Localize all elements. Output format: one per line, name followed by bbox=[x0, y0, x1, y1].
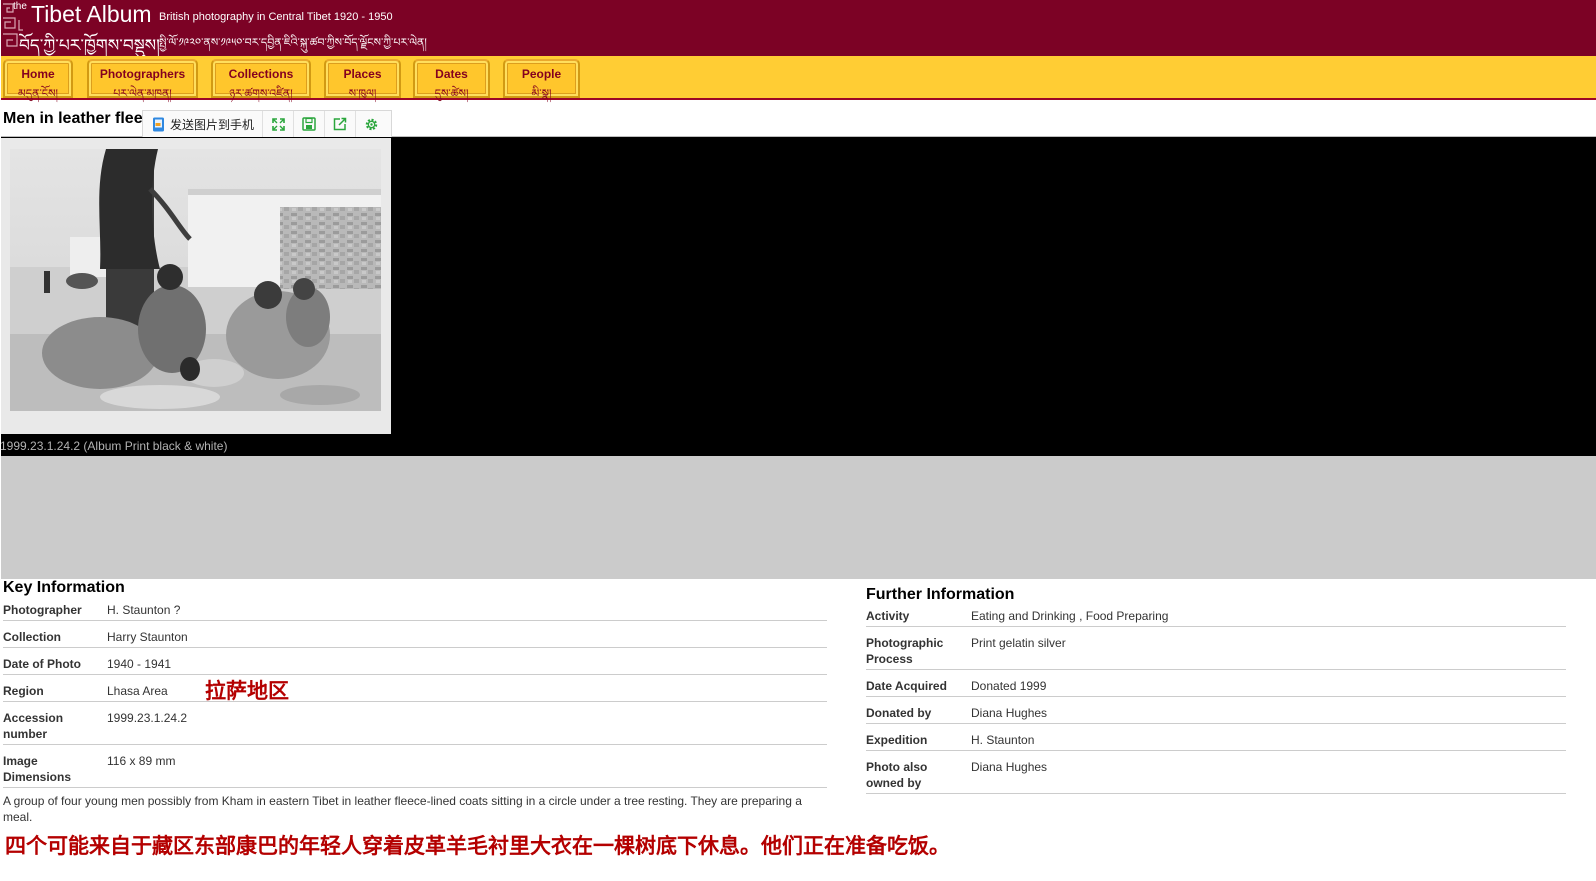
info-row-accession-number: Accession number 1999.23.1.24.2 bbox=[3, 710, 827, 745]
info-value[interactable]: Lhasa Area bbox=[107, 683, 168, 699]
image-toolbar: 发送图片到手机 bbox=[142, 110, 392, 138]
page-title: Men in leather fleec bbox=[3, 110, 152, 127]
info-label: Photo also owned by bbox=[866, 760, 928, 790]
info-value[interactable]: 1940 - 1941 bbox=[107, 656, 171, 672]
info-label: Accession number bbox=[3, 711, 64, 741]
photo-description: A group of four young men possibly from … bbox=[3, 794, 802, 824]
nav-tab-label: People bbox=[521, 67, 562, 81]
info-row-photographic-process: Photographic Process Print gelatin silve… bbox=[866, 635, 1566, 670]
site-header: the Tibet Album British photography in C… bbox=[1, 0, 1596, 56]
info-label: Collection bbox=[3, 630, 62, 644]
info-label: Image Dimensions bbox=[3, 754, 72, 784]
nav-tab-places[interactable]: Places ས་ཁུལ། bbox=[324, 59, 401, 100]
info-row-region: Region Lhasa Area bbox=[3, 683, 827, 702]
info-value[interactable]: Eating and Drinking , Food Preparing bbox=[971, 608, 1168, 624]
nav-tab-home[interactable]: Home མདུན་ངོས། bbox=[3, 59, 73, 100]
phone-send-icon bbox=[153, 117, 164, 131]
nav-tab-label-tibetan: དུས་ཚེས། bbox=[434, 87, 469, 100]
nav-tab-label-tibetan: མི་སྣ། bbox=[531, 87, 552, 100]
info-label: Date Acquired bbox=[866, 679, 947, 693]
site-title[interactable]: Tibet Album bbox=[31, 1, 152, 27]
info-label: Activity bbox=[866, 609, 910, 623]
title-prefix: the bbox=[13, 1, 27, 12]
send-to-phone-button[interactable]: 发送图片到手机 bbox=[143, 111, 264, 137]
nav-tab-label: Dates bbox=[435, 67, 468, 81]
info-value: Diana Hughes bbox=[971, 706, 1048, 720]
nav-tab-label-tibetan: མདུན་ངོས། bbox=[18, 87, 58, 100]
nav-tab-label-tibetan: ས་ཁུལ། bbox=[348, 87, 377, 100]
info-value: Print gelatin silver bbox=[971, 636, 1066, 650]
nav-tab-dates[interactable]: Dates དུས་ཚེས། bbox=[413, 59, 490, 100]
photo-caption: 1999.23.1.24.2 (Album Print black & whit… bbox=[0, 439, 228, 453]
save-icon bbox=[302, 117, 316, 131]
info-value: Diana Hughes bbox=[971, 760, 1048, 774]
region-translation-annotation: 拉萨地区 bbox=[205, 680, 289, 703]
site-subtitle-tibetan: སྤྱི་ལོ་༡༩༢༠་ནས་༡༩༥༠་བར་དབྱིན་ཇིའི་སྐུ་ཚ… bbox=[159, 36, 427, 49]
info-label: Region bbox=[3, 684, 44, 698]
info-value[interactable]: H. Staunton ? bbox=[107, 602, 180, 618]
info-label: Donated by bbox=[866, 706, 932, 720]
further-information-heading: Further Information bbox=[866, 586, 1015, 603]
info-value: Donated 1999 bbox=[971, 679, 1047, 693]
site-subtitle: British photography in Central Tibet 192… bbox=[159, 11, 393, 23]
site-title-tibetan: བོད་ཀྱི་པར་ཁྱོགས་བསྡུས། bbox=[19, 36, 160, 56]
info-row-photo-also-owned-by: Photo also owned by Diana Hughes bbox=[866, 759, 1566, 794]
share-icon bbox=[333, 117, 347, 131]
fullscreen-icon bbox=[271, 117, 285, 131]
key-information-heading: Key Information bbox=[3, 579, 125, 596]
info-row-donated-by: Donated by Diana Hughes bbox=[866, 705, 1566, 724]
description-translation-annotation: 四个可能来自于藏区东部康巴的年轻人穿着皮革羊毛衬里大衣在一棵树底下休息。他们正在… bbox=[5, 835, 950, 858]
info-value: 116 x 89 mm bbox=[107, 754, 176, 768]
info-row-date-acquired: Date Acquired Donated 1999 bbox=[866, 678, 1566, 697]
info-row-expedition: Expedition H. Staunton bbox=[866, 732, 1566, 751]
info-value[interactable]: Harry Staunton bbox=[107, 629, 188, 645]
info-label: Photographer bbox=[3, 603, 82, 617]
nav-tab-label: Collections bbox=[228, 67, 294, 81]
nav-tab-label-tibetan: པར་ལེན་མཁན། bbox=[113, 87, 172, 100]
info-row-collection: Collection Harry Staunton bbox=[3, 629, 827, 648]
info-row-activity: Activity Eating and Drinking , Food Prep… bbox=[866, 608, 1566, 627]
nav-tab-label: Home bbox=[21, 67, 55, 81]
gallery-strip bbox=[1, 456, 1596, 579]
nav-tab-label: Photographers bbox=[99, 67, 186, 81]
info-value: 1999.23.1.24.2 bbox=[107, 711, 188, 725]
info-label: Date of Photo bbox=[3, 657, 81, 671]
nav-tab-people[interactable]: People མི་སྣ། bbox=[503, 59, 580, 100]
info-row-date-of-photo: Date of Photo 1940 - 1941 bbox=[3, 656, 827, 675]
main-nav: Home མདུན་ངོས། Photographers པར་ལེན་མཁན།… bbox=[1, 56, 1596, 100]
nav-tab-label: Places bbox=[343, 67, 382, 81]
info-row-image-dimensions: Image Dimensions 116 x 89 mm bbox=[3, 753, 827, 788]
info-label: Photographic Process bbox=[866, 636, 944, 666]
settings-button[interactable] bbox=[356, 111, 387, 137]
save-button[interactable] bbox=[294, 111, 326, 137]
nav-tab-photographers[interactable]: Photographers པར་ལེན་མཁན། bbox=[87, 59, 198, 100]
photo-mount bbox=[1, 138, 391, 434]
send-to-phone-label: 发送图片到手机 bbox=[170, 117, 255, 132]
info-row-photographer: Photographer H. Staunton ? bbox=[3, 602, 827, 621]
fullscreen-button[interactable] bbox=[263, 111, 295, 137]
photo-men-in-fleece-coats[interactable] bbox=[10, 149, 381, 411]
info-value[interactable]: H. Staunton bbox=[971, 732, 1034, 748]
nav-tab-collections[interactable]: Collections ཉར་ཚགས་འཛིན། bbox=[211, 59, 311, 100]
settings-icon bbox=[365, 118, 378, 130]
share-button[interactable] bbox=[325, 111, 357, 137]
nav-tab-label-tibetan: ཉར་ཚགས་འཛིན། bbox=[229, 87, 293, 100]
info-label: Expedition bbox=[866, 733, 928, 747]
